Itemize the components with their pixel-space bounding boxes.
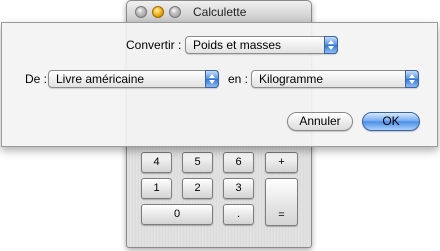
from-unit-value: Livre américaine xyxy=(56,72,145,86)
ok-button[interactable]: OK xyxy=(362,112,420,131)
key-6[interactable]: 6 xyxy=(223,152,254,173)
zoom-window-icon[interactable] xyxy=(169,6,181,18)
to-label: en : xyxy=(228,72,249,86)
close-window-icon[interactable] xyxy=(135,6,147,18)
key-0[interactable]: 0 xyxy=(141,204,213,225)
popup-arrows-icon xyxy=(405,70,419,88)
category-popup[interactable]: Poids et masses xyxy=(185,36,338,54)
popup-arrows-icon xyxy=(324,36,338,54)
convert-label: Convertir : xyxy=(126,38,182,52)
convert-sheet: Convertir : Poids et masses De : Livre a… xyxy=(1,22,438,147)
calculator-titlebar: Calculette xyxy=(127,1,311,23)
key-plus[interactable]: + xyxy=(265,152,298,173)
key-decimal[interactable]: . xyxy=(223,204,254,225)
from-unit-popup[interactable]: Livre américaine xyxy=(48,70,219,88)
minimize-window-icon[interactable] xyxy=(152,6,164,18)
key-4[interactable]: 4 xyxy=(141,152,172,173)
from-label: De : xyxy=(25,72,48,86)
popup-arrows-icon xyxy=(205,70,219,88)
to-unit-value: Kilogramme xyxy=(259,72,324,86)
key-5[interactable]: 5 xyxy=(182,152,213,173)
cancel-button[interactable]: Annuler xyxy=(287,112,353,131)
key-2[interactable]: 2 xyxy=(182,178,213,199)
window-title: Calculette xyxy=(193,5,247,19)
key-equals[interactable]: = xyxy=(265,178,298,226)
category-value: Poids et masses xyxy=(193,38,282,52)
key-1[interactable]: 1 xyxy=(141,178,172,199)
key-3[interactable]: 3 xyxy=(223,178,254,199)
to-unit-popup[interactable]: Kilogramme xyxy=(251,70,419,88)
